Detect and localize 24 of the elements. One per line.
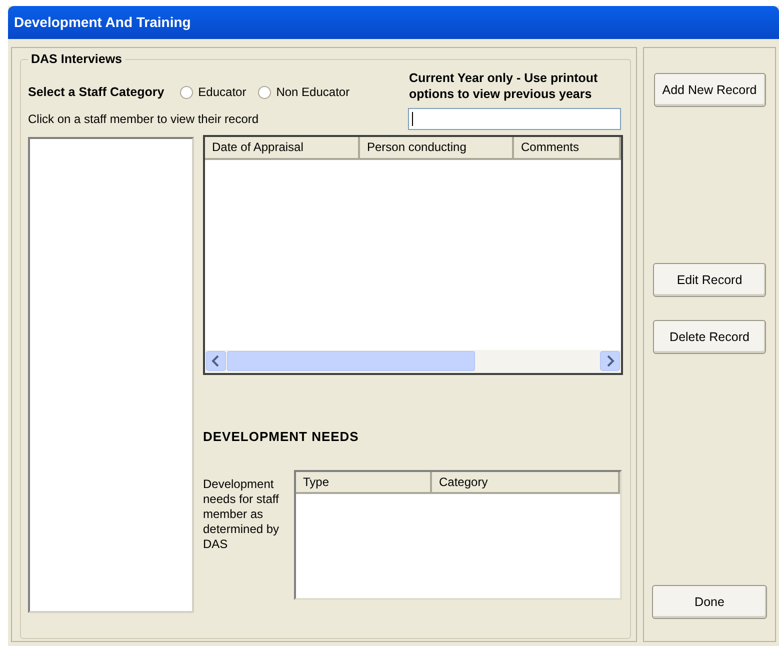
action-button[interactable]: Delete Record (653, 320, 766, 354)
radio-option[interactable]: Non Educator (258, 83, 350, 102)
window-title: Development And Training (14, 13, 191, 32)
section-heading: DEVELOPMENT NEEDS (203, 428, 360, 446)
group-title: DAS Interviews (30, 51, 124, 68)
column-header[interactable]: Date of Appraisal (205, 136, 360, 160)
radio-option[interactable]: Educator (180, 83, 246, 102)
scroll-right-icon[interactable] (600, 351, 620, 372)
staff-list[interactable] (28, 136, 194, 613)
column-header[interactable]: Comments (514, 136, 621, 160)
scrollbar-thumb[interactable] (227, 351, 475, 372)
horizontal-scrollbar[interactable] (205, 350, 621, 373)
column-header[interactable]: Person conducting (360, 136, 514, 160)
scroll-left-icon[interactable] (206, 351, 226, 372)
notice-text: Current Year only - Use printout options to view previous years (409, 70, 599, 102)
column-header[interactable]: Category (432, 472, 620, 494)
instruction-text: Click on a staff member to view their record (28, 110, 259, 128)
column-header[interactable]: Type (296, 472, 432, 494)
action-button[interactable]: Add New Record (654, 73, 766, 107)
action-button[interactable]: Done (652, 585, 767, 619)
category-label: Select a Staff Category (28, 84, 164, 101)
text-field[interactable] (408, 108, 621, 130)
needs-description: Development needs for staff member as determined by DAS (203, 477, 280, 554)
action-button[interactable]: Edit Record (653, 263, 766, 297)
